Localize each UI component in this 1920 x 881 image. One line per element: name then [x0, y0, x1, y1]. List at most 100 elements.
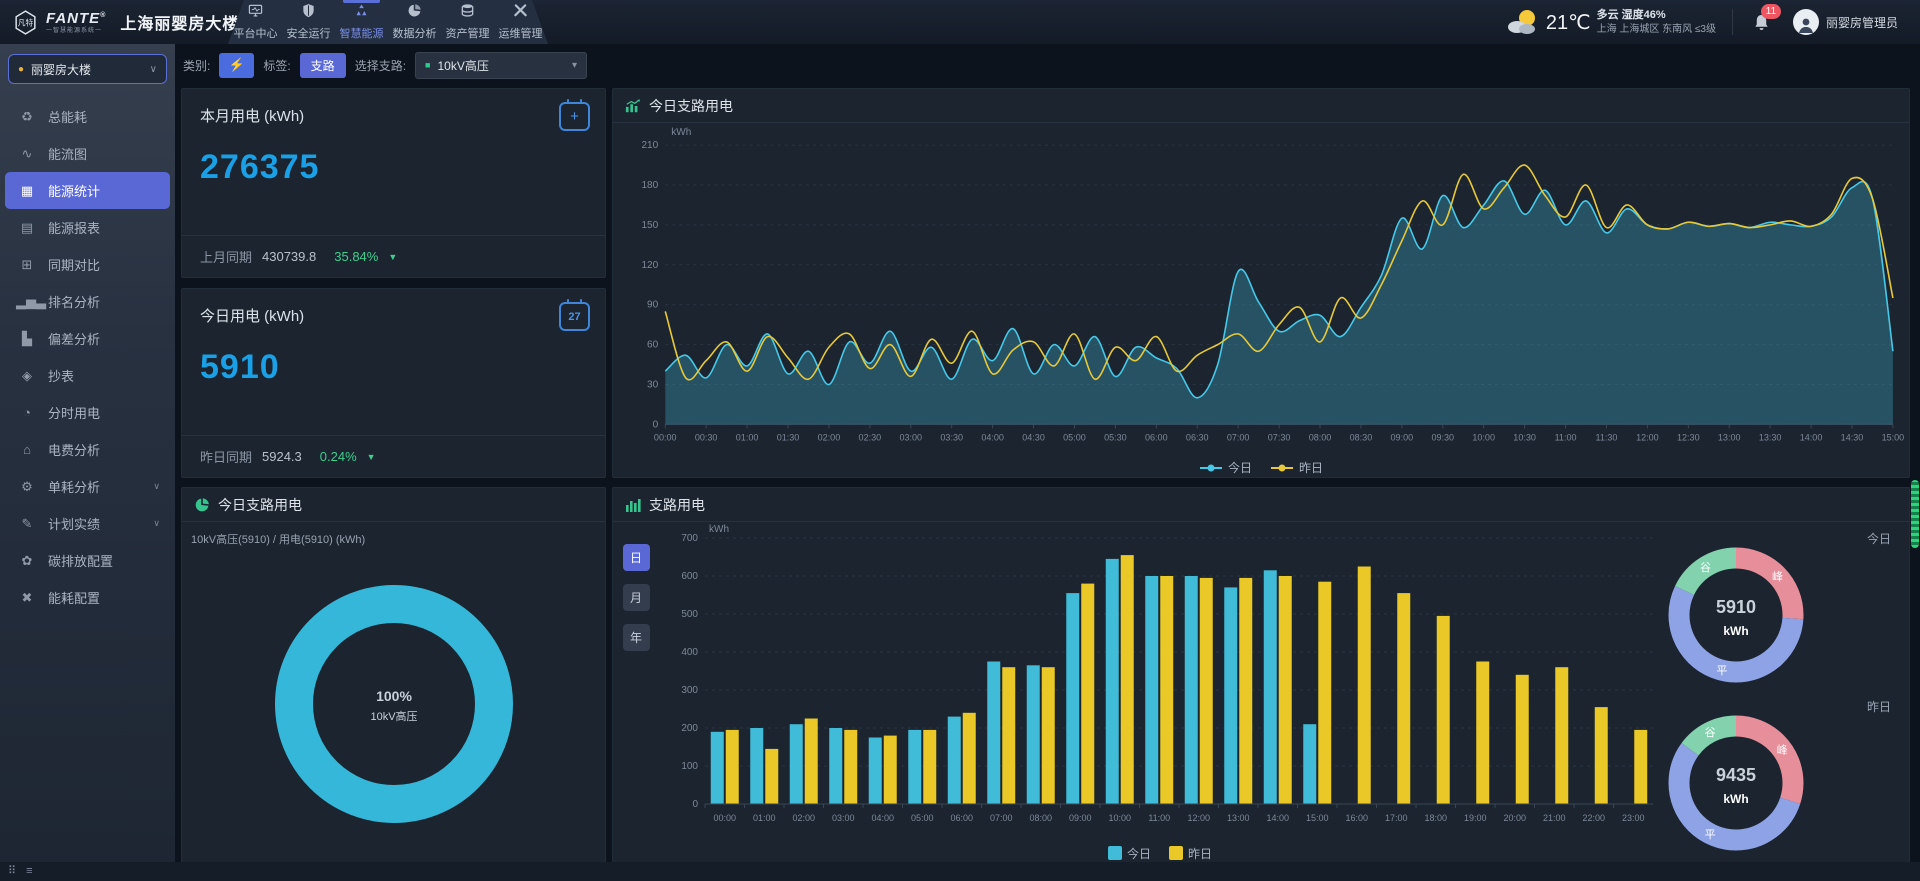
- sidebar-item-8[interactable]: ◔分时用电: [5, 394, 170, 431]
- bar-panel-title: 支路用电: [649, 495, 705, 515]
- svg-text:06:00: 06:00: [950, 813, 973, 823]
- svg-text:30: 30: [647, 380, 659, 391]
- branch-select-value: 10kV高压: [437, 57, 565, 74]
- grid-dots-icon[interactable]: ⠿: [8, 866, 16, 877]
- sidebar: ● 丽婴房大楼 ∨ ♻总能耗∿能流图▦能源统计▤能源报表⊞同期对比▂▅▃排名分析…: [0, 44, 175, 862]
- sidebar-item-3[interactable]: ▤能源报表: [5, 209, 170, 246]
- sidebar-item-2[interactable]: ▦能源统计: [5, 172, 170, 209]
- today-donut-label: 今日: [1867, 530, 1891, 547]
- unit-consumption-icon: ⚙: [16, 479, 38, 495]
- down-triangle-icon: ▼: [367, 452, 376, 462]
- category-label: 类别:: [183, 57, 210, 74]
- svg-text:09:30: 09:30: [1431, 432, 1454, 442]
- svg-text:20:00: 20:00: [1503, 813, 1526, 823]
- svg-text:05:00: 05:00: [1063, 432, 1086, 442]
- legend-item-昨日[interactable]: 昨日: [1169, 845, 1212, 862]
- sidebar-menu: ♻总能耗∿能流图▦能源统计▤能源报表⊞同期对比▂▅▃排名分析▙偏差分析◈抄表◔分…: [0, 98, 175, 616]
- sidebar-item-12[interactable]: ✿碳排放配置: [5, 542, 170, 579]
- svg-text:180: 180: [641, 180, 658, 191]
- svg-text:05:30: 05:30: [1104, 432, 1127, 442]
- tag-branch-button[interactable]: 支路: [300, 53, 346, 78]
- notifications-button[interactable]: 11: [1749, 13, 1775, 32]
- recycle-icon: [354, 3, 369, 23]
- category-electricity-button[interactable]: ⚡: [219, 53, 254, 78]
- nav-item-1[interactable]: 安全运行: [284, 0, 333, 44]
- svg-text:0: 0: [653, 419, 659, 430]
- location-pin-icon: ●: [18, 64, 24, 75]
- branch-label: 选择支路:: [355, 57, 406, 74]
- svg-text:300: 300: [681, 685, 698, 696]
- calendar-add-icon[interactable]: +: [559, 102, 590, 131]
- svg-text:凡特: 凡特: [18, 17, 34, 27]
- today-usage-value: 5910: [182, 326, 605, 387]
- sidebar-item-4[interactable]: ⊞同期对比: [5, 246, 170, 283]
- svg-text:00:00: 00:00: [713, 813, 736, 823]
- sidebar-item-6[interactable]: ▙偏差分析: [5, 320, 170, 357]
- branch-select[interactable]: ■ 10kV高压 ▾: [415, 52, 587, 79]
- nav-item-4[interactable]: 资产管理: [443, 0, 492, 44]
- nav-item-3[interactable]: 数据分析: [390, 0, 439, 44]
- period-toggle-2[interactable]: 年: [623, 624, 650, 651]
- pie-chart-icon: [194, 497, 210, 513]
- energy-config-icon: ✖: [16, 590, 38, 606]
- down-triangle-icon: ▼: [388, 252, 397, 262]
- sidebar-item-13[interactable]: ✖能耗配置: [5, 579, 170, 616]
- sidebar-item-11[interactable]: ✎计划实绩∨: [5, 505, 170, 542]
- status-bar: ⠿ ≡: [0, 862, 1920, 881]
- nav-item-2[interactable]: 智慧能源: [337, 0, 386, 44]
- chevron-down-icon: ∨: [150, 64, 157, 75]
- list-icon[interactable]: ≡: [26, 866, 32, 877]
- sidebar-item-10[interactable]: ⚙单耗分析∨: [5, 468, 170, 505]
- notification-badge: 11: [1761, 4, 1781, 19]
- svg-text:14:30: 14:30: [1841, 432, 1864, 442]
- today-compare-percent: 0.24%: [320, 449, 357, 464]
- svg-text:90: 90: [647, 300, 659, 311]
- scrollbar-thumb[interactable]: [1911, 480, 1919, 548]
- weather-widget: 21℃ 多云 湿度46% 上海 上海城区 东南风 ≤3级: [1506, 7, 1716, 37]
- weather-location: 上海 上海城区 东南风 ≤3级: [1597, 23, 1716, 37]
- svg-text:06:30: 06:30: [1186, 432, 1209, 442]
- platform-icon: [248, 3, 263, 23]
- tools-icon: [513, 3, 528, 23]
- building-selector[interactable]: ● 丽婴房大楼 ∨: [8, 54, 167, 84]
- user-menu[interactable]: 丽婴房管理员: [1793, 9, 1898, 35]
- chevron-down-icon: ∨: [153, 518, 160, 529]
- month-compare-value: 430739.8: [262, 249, 316, 264]
- svg-text:13:30: 13:30: [1759, 432, 1782, 442]
- legend-item-今日[interactable]: 今日: [1199, 459, 1252, 476]
- svg-text:04:00: 04:00: [981, 432, 1004, 442]
- building-name: 上海丽婴房大楼: [120, 10, 239, 34]
- svg-text:09:00: 09:00: [1069, 813, 1092, 823]
- svg-text:17:00: 17:00: [1385, 813, 1408, 823]
- nav-item-5[interactable]: 运维管理: [496, 0, 545, 44]
- calendar-day-icon[interactable]: 27: [559, 302, 590, 331]
- nav-item-0[interactable]: 平台中心: [231, 0, 280, 44]
- svg-text:21:00: 21:00: [1543, 813, 1566, 823]
- today-tariff-donut: 今日 峰平谷5910kWh: [1661, 528, 1909, 696]
- svg-text:12:00: 12:00: [1187, 813, 1210, 823]
- svg-text:10:30: 10:30: [1513, 432, 1536, 442]
- today-usage-panel: 今日用电 (kWh) 27 5910 昨日同期 5924.3 0.24% ▼: [181, 288, 606, 478]
- legend-item-今日[interactable]: 今日: [1108, 845, 1151, 862]
- sidebar-item-7[interactable]: ◈抄表: [5, 357, 170, 394]
- period-toggle-1[interactable]: 月: [623, 584, 650, 611]
- sidebar-item-1[interactable]: ∿能流图: [5, 135, 170, 172]
- svg-text:01:00: 01:00: [736, 432, 759, 442]
- person-icon: [1796, 15, 1816, 35]
- cost-analysis-icon: ⌂: [16, 442, 38, 457]
- logo-hexagon-icon: 凡特: [12, 9, 39, 36]
- month-compare-percent: 35.84%: [334, 249, 378, 264]
- svg-text:23:00: 23:00: [1622, 813, 1645, 823]
- svg-text:18:00: 18:00: [1424, 813, 1447, 823]
- sidebar-item-9[interactable]: ⌂电费分析: [5, 431, 170, 468]
- calendar-compare-icon: ⊞: [16, 257, 38, 273]
- sidebar-item-5[interactable]: ▂▅▃排名分析: [5, 283, 170, 320]
- svg-text:00:00: 00:00: [654, 432, 677, 442]
- sidebar-item-0[interactable]: ♻总能耗: [5, 98, 170, 135]
- period-toggle-0[interactable]: 日: [623, 544, 650, 571]
- legend-item-昨日[interactable]: 昨日: [1270, 459, 1323, 476]
- temperature: 21℃: [1546, 10, 1591, 35]
- svg-text:峰: 峰: [1777, 743, 1788, 756]
- svg-text:14:00: 14:00: [1266, 813, 1289, 823]
- today-branch-donut-panel: 今日支路用电 10kV高压(5910) / 用电(5910) (kWh) 100…: [181, 487, 606, 869]
